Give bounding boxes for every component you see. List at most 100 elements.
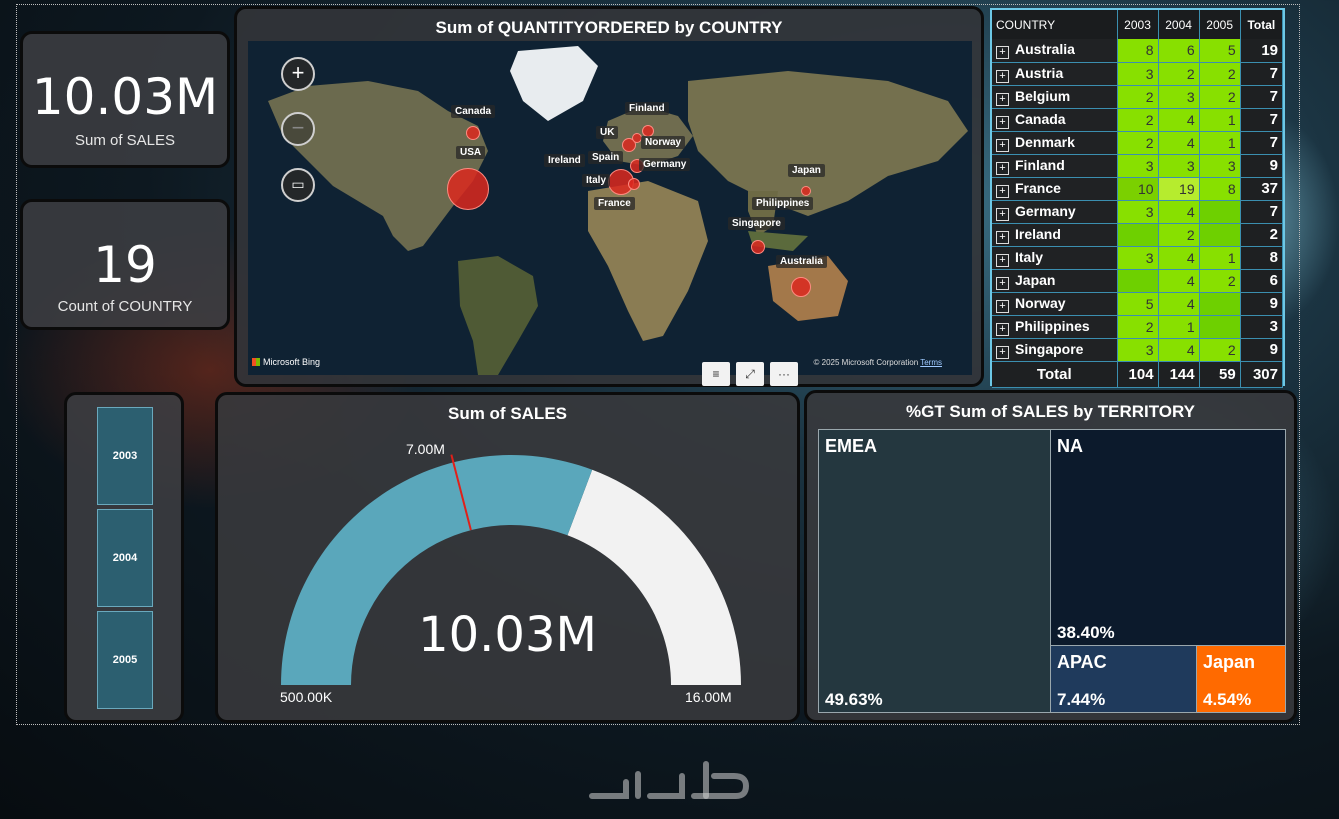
- matrix-row[interactable]: + Germany 3 4 7: [992, 200, 1284, 224]
- treemap-tile-na[interactable]: NA 38.40%: [1050, 429, 1286, 646]
- matrix-row-country[interactable]: + Ireland: [992, 223, 1118, 247]
- matrix-row[interactable]: + Belgium 2 3 2 7: [992, 85, 1284, 109]
- matrix-total-row: Total 104 144 59 307: [992, 361, 1284, 388]
- matrix-cell: [1199, 223, 1241, 247]
- slicer-option-2005[interactable]: 2005: [97, 611, 153, 709]
- matrix-row[interactable]: + Italy 3 4 1 8: [992, 246, 1284, 270]
- matrix-row-total: 7: [1240, 200, 1284, 224]
- lasso-select-icon: ▭: [291, 176, 305, 192]
- expand-row-icon[interactable]: +: [996, 230, 1009, 244]
- matrix-row[interactable]: + Austria 3 2 2 7: [992, 62, 1284, 86]
- matrix-row[interactable]: + Ireland 2 2: [992, 223, 1284, 247]
- matrix-row-country[interactable]: + France: [992, 177, 1118, 201]
- matrix-row-country[interactable]: + Canada: [992, 108, 1118, 132]
- matrix-row[interactable]: + Japan 4 2 6: [992, 269, 1284, 293]
- matrix-row[interactable]: + Denmark 2 4 1 7: [992, 131, 1284, 155]
- matrix-country-name: Singapore: [1015, 340, 1084, 357]
- expand-row-icon[interactable]: +: [996, 207, 1009, 221]
- treemap-tile-pct: 7.44%: [1057, 690, 1106, 709]
- slicer-option-2004[interactable]: 2004: [97, 509, 153, 607]
- treemap-tile-apac[interactable]: APAC 7.44%: [1050, 645, 1197, 713]
- focus-mode-icon[interactable]: ⤢: [736, 362, 764, 386]
- expand-row-icon[interactable]: +: [996, 138, 1009, 152]
- matrix-header-country[interactable]: COUNTRY: [992, 10, 1118, 39]
- treemap-tile-emea[interactable]: EMEA 49.63%: [818, 429, 1051, 713]
- matrix-cell: 2: [1158, 62, 1200, 86]
- expand-row-icon[interactable]: +: [996, 184, 1009, 198]
- expand-row-icon[interactable]: +: [996, 345, 1009, 359]
- treemap-tile-japan[interactable]: Japan 4.54%: [1196, 645, 1286, 713]
- filter-icon[interactable]: ≡: [702, 362, 730, 386]
- matrix-row-total: 9: [1240, 154, 1284, 178]
- matrix-row[interactable]: + Norway 5 4 9: [992, 292, 1284, 316]
- expand-row-icon[interactable]: +: [996, 92, 1009, 106]
- map-visual[interactable]: Sum of QUANTITYORDERED by COUNTRY + − ▭ …: [234, 6, 984, 387]
- matrix-cell: 19: [1158, 177, 1200, 201]
- matrix-cell: 8: [1117, 39, 1159, 63]
- matrix-row-country[interactable]: + Singapore: [992, 338, 1118, 362]
- expand-row-icon[interactable]: +: [996, 161, 1009, 175]
- treemap-visual[interactable]: %GT Sum of SALES by TERRITORY EMEA 49.63…: [804, 390, 1297, 723]
- matrix-row[interactable]: + Singapore 3 4 2 9: [992, 338, 1284, 362]
- matrix-header-year[interactable]: 2004: [1158, 10, 1200, 39]
- map-label-france: France: [594, 197, 635, 210]
- kpi-sales-value: 10.03M: [31, 68, 219, 126]
- matrix-country-name: Japan: [1015, 271, 1056, 288]
- map-bubble-japan[interactable]: [801, 186, 811, 196]
- map-label-spain: Spain: [588, 151, 624, 164]
- more-options-icon[interactable]: ···: [770, 362, 798, 386]
- map-terms-link[interactable]: Terms: [920, 358, 942, 367]
- treemap-tile-pct: 49.63%: [825, 690, 883, 709]
- matrix-cell: 3: [1117, 62, 1159, 86]
- country-year-matrix[interactable]: COUNTRY 2003 2004 2005 Total + Australia 8…: [990, 8, 1285, 388]
- kpi-card-sales[interactable]: 10.03M Sum of SALES: [20, 31, 230, 168]
- expand-row-icon[interactable]: +: [996, 299, 1009, 313]
- matrix-row-country[interactable]: + Philippines: [992, 315, 1118, 339]
- matrix-row-country[interactable]: + Germany: [992, 200, 1118, 224]
- slicer-option-2003[interactable]: 2003: [97, 407, 153, 505]
- matrix-header-total[interactable]: Total: [1240, 10, 1284, 39]
- map-label-usa: USA: [456, 146, 486, 159]
- kpi-card-country-count[interactable]: 19 Count of COUNTRY: [20, 199, 230, 330]
- matrix-cell: 3: [1158, 85, 1200, 109]
- matrix-row-country[interactable]: + Norway: [992, 292, 1118, 316]
- map-canvas[interactable]: + − ▭ Canada USA Finland UK Norway Irela…: [248, 41, 972, 375]
- matrix-row[interactable]: + Philippines 2 1 3: [992, 315, 1284, 339]
- visual-header-toolbar: ≡ ⤢ ···: [702, 362, 798, 386]
- map-bubble-usa[interactable]: [447, 168, 489, 210]
- matrix-row[interactable]: + Canada 2 4 1 7: [992, 108, 1284, 132]
- map-bubble-australia[interactable]: [791, 277, 811, 297]
- matrix-row[interactable]: + France 10 19 8 37: [992, 177, 1284, 201]
- matrix-row-country[interactable]: + Australia: [992, 39, 1118, 63]
- expand-row-icon[interactable]: +: [996, 253, 1009, 267]
- matrix-header-year[interactable]: 2005: [1199, 10, 1241, 39]
- gauge-max-label: 16.00M: [685, 689, 732, 705]
- map-bubble-canada[interactable]: [466, 126, 480, 140]
- matrix-cell: 4: [1158, 338, 1200, 362]
- selection-tool-button[interactable]: ▭: [281, 168, 315, 202]
- map-bubble-italy[interactable]: [628, 178, 640, 190]
- gauge-min-label: 500.00K: [280, 689, 333, 705]
- matrix-row[interactable]: + Finland 3 3 3 9: [992, 154, 1284, 178]
- expand-row-icon[interactable]: +: [996, 46, 1009, 60]
- map-label-norway: Norway: [641, 136, 686, 149]
- matrix-row-country[interactable]: + Finland: [992, 154, 1118, 178]
- year-slicer[interactable]: 2003 2004 2005: [64, 392, 184, 723]
- expand-row-icon[interactable]: +: [996, 115, 1009, 129]
- expand-row-icon[interactable]: +: [996, 276, 1009, 290]
- matrix-row[interactable]: + Australia 8 6 5 19: [992, 39, 1284, 63]
- matrix-country-name: Austria: [1015, 64, 1064, 81]
- matrix-header-year[interactable]: 2003: [1117, 10, 1159, 39]
- expand-row-icon[interactable]: +: [996, 69, 1009, 83]
- matrix-row-country[interactable]: + Austria: [992, 62, 1118, 86]
- gauge-value-label: 10.03M: [418, 607, 597, 663]
- expand-row-icon[interactable]: +: [996, 322, 1009, 336]
- matrix-row-country[interactable]: + Belgium: [992, 85, 1118, 109]
- gauge-visual[interactable]: Sum of SALES 7.00M 10.03M 500.00K 16.00M: [215, 392, 800, 723]
- zoom-out-button[interactable]: −: [281, 112, 315, 146]
- map-bubble-singapore[interactable]: [751, 240, 765, 254]
- matrix-row-country[interactable]: + Denmark: [992, 131, 1118, 155]
- matrix-row-country[interactable]: + Italy: [992, 246, 1118, 270]
- matrix-row-country[interactable]: + Japan: [992, 269, 1118, 293]
- zoom-in-button[interactable]: +: [281, 57, 315, 91]
